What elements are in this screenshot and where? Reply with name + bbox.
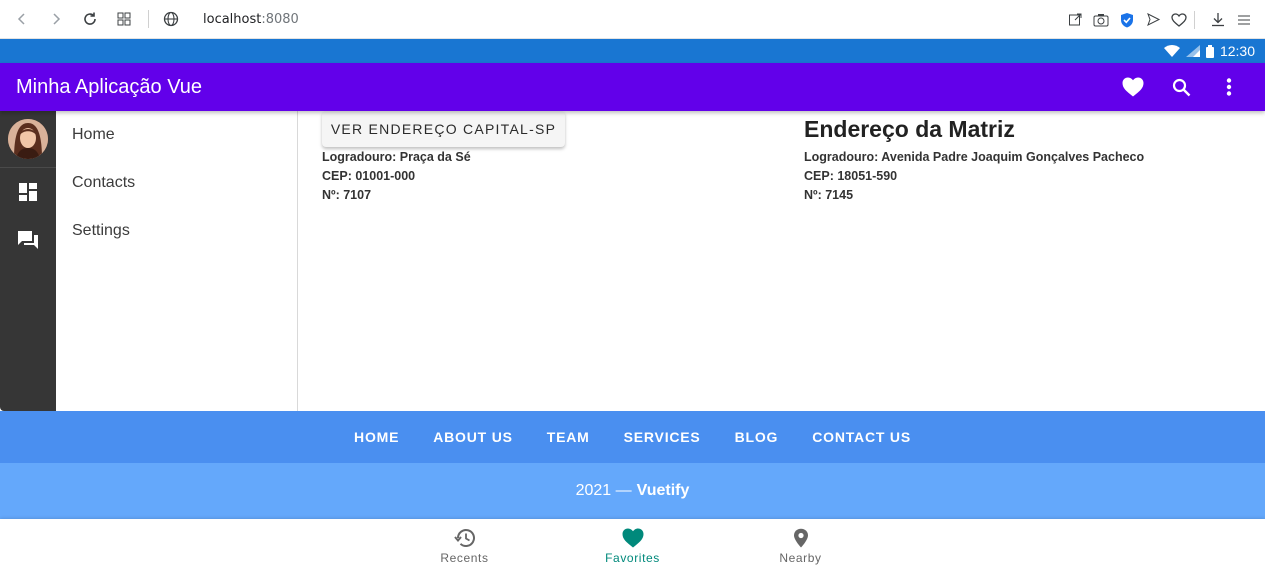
tabs-grid-icon[interactable]	[112, 7, 136, 31]
footer-brand: Vuetify	[636, 482, 690, 499]
camera-icon[interactable]	[1088, 8, 1114, 32]
status-time: 12:30	[1219, 43, 1255, 59]
system-status-bar: 12:30	[0, 39, 1265, 63]
matriz-title: Endereço da Matriz	[804, 116, 1015, 142]
footer-copyright: 2021 — Vuetify	[0, 463, 1265, 519]
footer-link-about-us[interactable]: ABOUT US	[433, 429, 513, 445]
battery-icon	[1205, 44, 1214, 58]
heart-icon	[622, 528, 643, 548]
navigation-drawer: Home Contacts Settings	[56, 111, 298, 411]
capital-logradouro: Logradouro: Praça da Sé	[322, 150, 471, 164]
footer-year: 2021 —	[575, 482, 632, 499]
app-bar: Minha Aplicação Vue	[0, 63, 1265, 111]
view-capital-address-button[interactable]: VER ENDEREÇO CAPITAL-SP	[322, 111, 565, 147]
heart-outline-icon[interactable]	[1166, 8, 1192, 32]
url-host: localhost	[203, 11, 262, 27]
footer-link-blog[interactable]: BLOG	[735, 429, 779, 445]
history-icon	[453, 529, 475, 547]
more-vert-icon[interactable]	[1205, 63, 1253, 111]
signal-icon	[1185, 45, 1200, 57]
url-port: :8080	[261, 11, 299, 27]
bottom-nav-favorites-label: Favorites	[605, 551, 660, 565]
matriz-numero: Nº: 7145	[804, 188, 854, 202]
send-icon[interactable]	[1140, 8, 1166, 32]
bottom-nav-recents-label: Recents	[440, 551, 489, 565]
capital-address: Logradouro: Praça da Sé CEP: 01001-000 N…	[322, 148, 471, 205]
globe-icon	[159, 7, 183, 31]
bottom-nav-favorites[interactable]: Favorites	[549, 519, 717, 574]
back-icon[interactable]	[10, 7, 34, 31]
favorite-heart-icon[interactable]	[1109, 63, 1157, 111]
footer-link-team[interactable]: TEAM	[547, 429, 590, 445]
address-bar[interactable]: localhost:8080	[203, 12, 299, 27]
map-marker-icon	[793, 528, 808, 548]
bottom-navigation: Recents Favorites Nearby	[0, 519, 1265, 574]
toolbar-divider-right	[1194, 10, 1195, 29]
share-icon[interactable]	[1062, 8, 1088, 32]
bottom-nav-nearby[interactable]: Nearby	[717, 519, 885, 574]
browser-toolbar: localhost:8080	[0, 0, 1265, 39]
bottom-nav-recents[interactable]: Recents	[381, 519, 549, 574]
forum-icon[interactable]	[0, 216, 56, 264]
mini-drawer	[0, 111, 56, 411]
search-icon[interactable]	[1157, 63, 1205, 111]
forward-icon[interactable]	[44, 7, 68, 31]
bottom-nav-nearby-label: Nearby	[779, 551, 822, 565]
capital-cep: CEP: 01001-000	[322, 169, 416, 183]
wifi-icon	[1163, 45, 1180, 57]
main-content: VER ENDEREÇO CAPITAL-SP Logradouro: Praç…	[298, 111, 1265, 411]
nav-item-settings[interactable]: Settings	[56, 207, 297, 255]
toolbar-divider	[148, 10, 149, 28]
menu-lines-icon[interactable]	[1231, 8, 1257, 32]
app-title: Minha Aplicação Vue	[16, 75, 203, 98]
matriz-cep: CEP: 18051-590	[804, 169, 898, 183]
download-icon[interactable]	[1205, 8, 1231, 32]
capital-numero: Nº: 7107	[322, 188, 372, 202]
footer-link-services[interactable]: SERVICES	[624, 429, 701, 445]
dashboard-icon[interactable]	[0, 168, 56, 216]
nav-item-contacts[interactable]: Contacts	[56, 159, 297, 207]
nav-item-home[interactable]: Home	[56, 111, 297, 159]
shield-check-icon[interactable]	[1114, 8, 1140, 32]
matriz-address: Logradouro: Avenida Padre Joaquim Gonçal…	[804, 148, 1144, 205]
footer-link-contact-us[interactable]: CONTACT US	[812, 429, 911, 445]
footer-links-bar: HOME ABOUT US TEAM SERVICES BLOG CONTACT…	[0, 411, 1265, 463]
reload-icon[interactable]	[78, 7, 102, 31]
avatar[interactable]	[8, 119, 48, 159]
matriz-logradouro: Logradouro: Avenida Padre Joaquim Gonçal…	[804, 150, 1145, 164]
footer-link-home[interactable]: HOME	[354, 429, 399, 445]
